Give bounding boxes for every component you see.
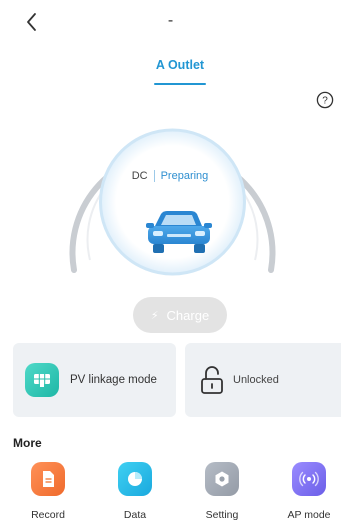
gear-icon	[205, 462, 239, 496]
more-item-label: Data	[123, 509, 147, 521]
charging-status-label: Preparing	[160, 170, 209, 182]
connector-type-label: DC	[132, 170, 155, 182]
more-item-setting[interactable]: Setting	[190, 462, 254, 521]
page-title: -	[167, 12, 174, 29]
more-item-label: Record	[31, 509, 65, 521]
more-item-record[interactable]: Record	[16, 462, 80, 521]
lightning-icon: ⚡	[150, 309, 159, 322]
more-item-label: Setting	[205, 509, 239, 521]
charge-button-label: Charge	[166, 307, 210, 323]
more-item-label: AP mode	[287, 509, 331, 521]
more-item-data[interactable]: Data	[103, 462, 167, 521]
more-section-title: More	[13, 436, 42, 450]
lock-status-label: Unlocked	[233, 374, 279, 386]
charging-status-row: DC Preparing	[100, 170, 240, 182]
pv-linkage-label: PV linkage mode	[70, 374, 157, 386]
document-icon	[31, 462, 65, 496]
lock-status-card[interactable]: Unlocked	[185, 343, 341, 417]
question-circle-icon[interactable]: ?	[316, 91, 334, 109]
charge-button[interactable]: ⚡ Charge	[133, 297, 227, 333]
svg-text:?: ?	[322, 96, 328, 107]
car-icon	[146, 211, 212, 253]
wifi-signal-icon	[292, 462, 326, 496]
tab-active-indicator	[154, 83, 206, 85]
pv-linkage-card[interactable]: PV linkage mode	[13, 343, 176, 417]
more-item-ap-mode[interactable]: AP mode	[277, 462, 341, 521]
solar-panel-icon	[25, 363, 59, 397]
unlock-icon	[201, 366, 223, 394]
tab-a-outlet[interactable]: A Outlet	[140, 58, 220, 72]
pie-chart-icon	[118, 462, 152, 496]
charging-gauge	[69, 128, 276, 276]
